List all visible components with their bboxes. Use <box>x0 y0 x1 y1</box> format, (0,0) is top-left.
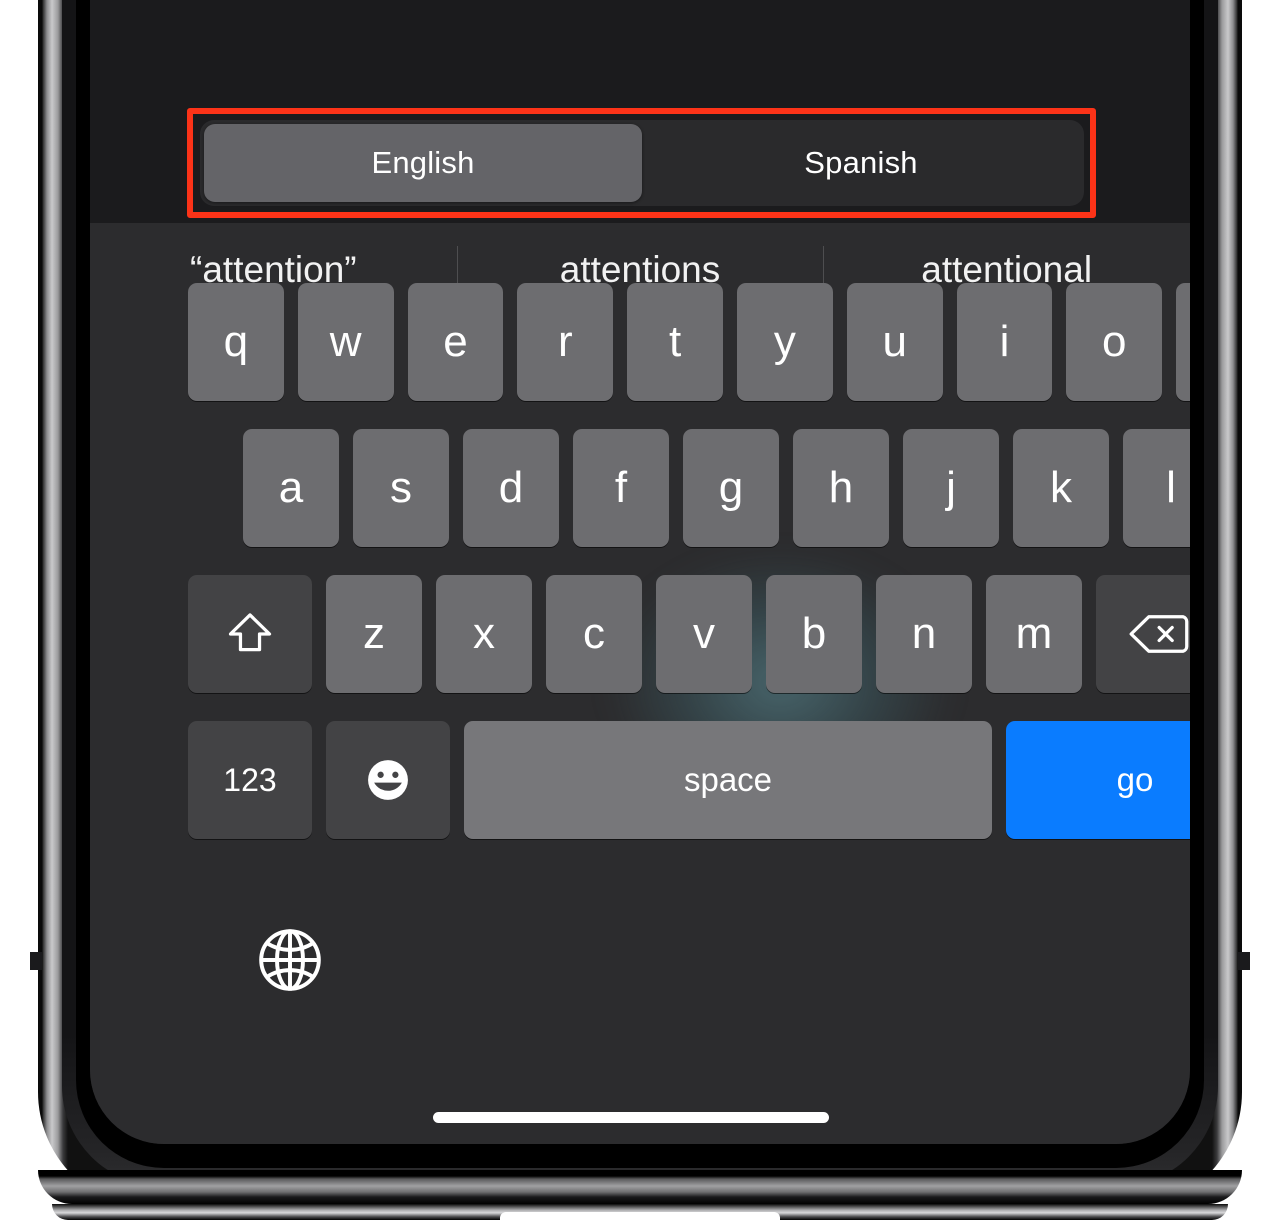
key-p[interactable]: p <box>1176 283 1190 401</box>
keyboard-row-4: 123 space go <box>188 721 1190 839</box>
key-z[interactable]: z <box>326 575 422 693</box>
keyboard-row-2: a s d f g h j k l <box>243 429 1190 547</box>
segment-spanish-label: Spanish <box>804 145 918 180</box>
key-r[interactable]: r <box>517 283 614 401</box>
key-k[interactable]: k <box>1013 429 1109 547</box>
key-j[interactable]: j <box>903 429 999 547</box>
key-q[interactable]: q <box>188 283 284 401</box>
shift-key[interactable] <box>188 575 312 693</box>
smiley-face-icon <box>368 760 408 800</box>
key-o[interactable]: o <box>1066 283 1163 401</box>
globe-key[interactable] <box>250 920 330 1000</box>
key-s[interactable]: s <box>353 429 449 547</box>
key-x[interactable]: x <box>436 575 532 693</box>
language-segmented-control[interactable]: English Spanish <box>200 120 1084 206</box>
numeric-key[interactable]: 123 <box>188 721 312 839</box>
key-c[interactable]: c <box>546 575 642 693</box>
backspace-key[interactable] <box>1096 575 1190 693</box>
key-v[interactable]: v <box>656 575 752 693</box>
volume-button-left[interactable] <box>30 952 42 970</box>
key-w[interactable]: w <box>297 283 394 401</box>
key-d[interactable]: d <box>463 429 559 547</box>
key-m[interactable]: m <box>986 575 1082 693</box>
key-g[interactable]: g <box>683 429 779 547</box>
home-indicator[interactable] <box>433 1112 829 1123</box>
key-l[interactable]: l <box>1123 429 1190 547</box>
phone-bottom-notch <box>500 1212 780 1222</box>
key-y[interactable]: y <box>736 283 833 401</box>
keyboard-row-1: q w e r t y u i o p <box>188 283 1190 401</box>
virtual-keyboard: “attention” attentions attentional q w e… <box>90 223 1190 1144</box>
shift-arrow-icon <box>228 613 272 652</box>
key-t[interactable]: t <box>627 283 723 401</box>
segment-spanish[interactable]: Spanish <box>642 124 1080 202</box>
key-u[interactable]: u <box>846 283 943 401</box>
phone-screen: English Spanish “attention” attentions a… <box>90 0 1190 1144</box>
globe-icon <box>259 929 321 991</box>
emoji-key[interactable] <box>326 721 450 839</box>
screenshot-stage: English Spanish “attention” attentions a… <box>0 0 1280 1222</box>
key-a[interactable]: a <box>243 429 339 547</box>
key-b[interactable]: b <box>766 575 862 693</box>
backspace-icon <box>1129 615 1189 653</box>
keyboard-row-3: z x c v b n m <box>188 575 1190 693</box>
power-button-right[interactable] <box>1238 952 1250 970</box>
phone-bottom-chassis <box>38 1170 1242 1204</box>
segment-english-label: English <box>371 145 475 180</box>
key-e[interactable]: e <box>407 283 504 401</box>
space-key[interactable]: space <box>464 721 992 839</box>
segment-english[interactable]: English <box>204 124 642 202</box>
key-h[interactable]: h <box>793 429 889 547</box>
key-i[interactable]: i <box>956 283 1053 401</box>
key-n[interactable]: n <box>876 575 972 693</box>
key-f[interactable]: f <box>573 429 669 547</box>
go-key[interactable]: go <box>1006 721 1190 839</box>
